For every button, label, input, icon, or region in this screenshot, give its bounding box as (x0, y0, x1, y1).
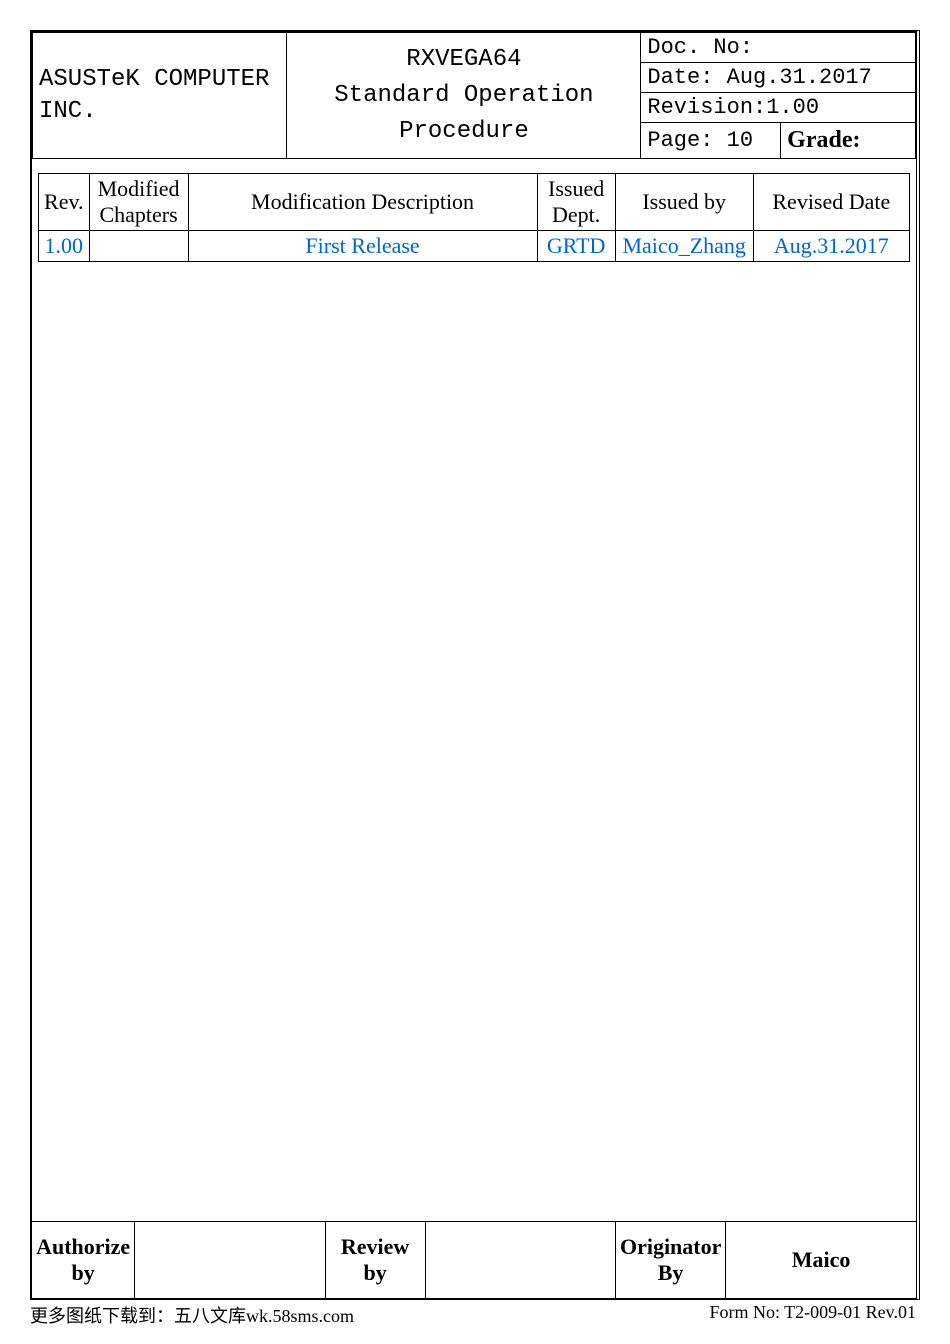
by-cell: Maico_Zhang (615, 231, 753, 262)
col-rev-header: Rev. (39, 174, 90, 231)
header-table: ASUSTeK COMPUTER INC. RXVEGA64 Standard … (32, 32, 916, 159)
bottom-left-text: 更多图纸下载到：五八文库wk.58sms.com (30, 1302, 354, 1328)
company-cell: ASUSTeK COMPUTER INC. (33, 33, 287, 159)
revision-row: Revision:1.00 (641, 93, 915, 122)
desc-cell: First Release (188, 231, 537, 262)
authorize-label: Authorize by (32, 1222, 135, 1299)
doc-no-label: Doc. No: (647, 35, 753, 60)
col-dept-header: Issued Dept. (537, 174, 615, 231)
bottom-line: 更多图纸下载到：五八文库wk.58sms.com Form No: T2-009… (30, 1300, 920, 1328)
title-cell: RXVEGA64 Standard Operation Procedure (287, 33, 641, 159)
title-line1: RXVEGA64 (406, 46, 521, 73)
grade-cell: Grade: (781, 123, 916, 159)
revision-value: Revision:1.00 (647, 95, 819, 120)
date-cell: Aug.31.2017 (753, 231, 909, 262)
col-date-header: Revised Date (753, 174, 909, 231)
footer-signoff-table: Authorize by Review by Originator By Mai… (32, 1221, 916, 1298)
chapters-cell (89, 231, 188, 262)
grade-label: Grade: (787, 127, 860, 153)
page-cell: Page: 10 (641, 123, 781, 159)
title-line2: Standard Operation Procedure (334, 82, 593, 145)
meta-stack: Doc. No: Date: Aug.31.2017 Revision:1.00 (641, 33, 916, 123)
review-blank (425, 1222, 615, 1299)
rev-cell: 1.00 (39, 231, 90, 262)
col-by-header: Issued by (615, 174, 753, 231)
date-value: Date: Aug.31.2017 (647, 65, 871, 90)
dept-cell: GRTD (537, 231, 615, 262)
bottom-right-text: Form No: T2-009-01 Rev.01 (710, 1302, 917, 1328)
page-frame: ASUSTeK COMPUTER INC. RXVEGA64 Standard … (30, 30, 920, 1300)
col-chapters-header: Modified Chapters (89, 174, 188, 231)
revision-table: Rev. Modified Chapters Modification Desc… (38, 173, 910, 262)
review-label: Review by (325, 1222, 425, 1299)
page-value: Page: 10 (647, 128, 753, 153)
col-desc-header: Modification Description (188, 174, 537, 231)
originator-label: Originator By (615, 1222, 725, 1299)
authorize-blank (135, 1222, 325, 1299)
company-name: ASUSTeK COMPUTER INC. (39, 66, 269, 124)
revision-header-row: Rev. Modified Chapters Modification Desc… (39, 174, 910, 231)
originator-name: Maico (726, 1222, 916, 1299)
doc-no-row: Doc. No: (641, 33, 915, 63)
date-row: Date: Aug.31.2017 (641, 63, 915, 93)
revision-row-0: 1.00 First Release GRTD Maico_Zhang Aug.… (39, 231, 910, 262)
